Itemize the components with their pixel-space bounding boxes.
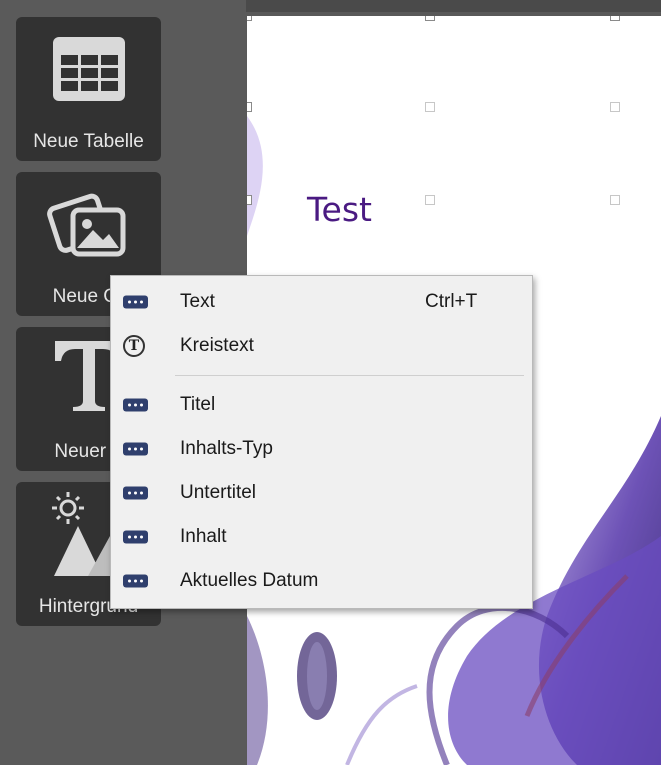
menu-item-shortcut: Ctrl+T	[425, 291, 478, 312]
circle-t-icon: T	[123, 335, 145, 357]
selection-handle[interactable]	[425, 195, 435, 205]
menu-item-inhalt[interactable]: Inhalt	[111, 519, 532, 555]
menu-separator	[175, 375, 524, 376]
placeholder-dots-icon	[123, 398, 148, 412]
menu-item-text[interactable]: Text Ctrl+T	[111, 284, 532, 320]
selection-handle[interactable]	[610, 102, 620, 112]
placeholder-dots-icon	[123, 486, 148, 500]
insert-context-menu: Text Ctrl+T T Kreistext Titel Inhalts-Ty…	[110, 275, 533, 609]
menu-item-untertitel[interactable]: Untertitel	[111, 475, 532, 511]
selection-handle[interactable]	[247, 102, 252, 112]
table-icon	[52, 37, 125, 101]
placeholder-dots-icon	[123, 530, 148, 544]
menu-item-label: Untertitel	[180, 482, 257, 503]
selection-handle[interactable]	[610, 16, 620, 21]
placeholder-dots-icon	[123, 295, 148, 309]
selection-handle[interactable]	[425, 102, 435, 112]
canvas-text-element[interactable]: Test	[307, 190, 372, 229]
new-table-button[interactable]: Neue Tabelle	[16, 17, 161, 161]
selection-handle[interactable]	[610, 195, 620, 205]
menu-item-label: Aktuelles Datum	[180, 570, 319, 591]
menu-item-label: Kreistext	[180, 335, 254, 356]
selection-handle[interactable]	[247, 16, 252, 21]
menu-item-kreistext[interactable]: T Kreistext	[111, 328, 532, 364]
menu-item-titel[interactable]: Titel	[111, 387, 532, 423]
placeholder-dots-icon	[123, 574, 148, 588]
selection-handle[interactable]	[425, 16, 435, 21]
menu-item-label: Titel	[180, 394, 216, 415]
menu-item-inhalts-typ[interactable]: Inhalts-Typ	[111, 431, 532, 467]
menu-item-label: Text	[180, 291, 215, 312]
picture-icon	[46, 193, 125, 257]
menu-item-label: Inhalt	[180, 526, 227, 547]
menu-item-aktuelles-datum[interactable]: Aktuelles Datum	[111, 563, 532, 599]
placeholder-dots-icon	[123, 442, 148, 456]
selection-handle[interactable]	[247, 195, 252, 205]
menu-item-label: Inhalts-Typ	[180, 438, 273, 459]
new-table-label: Neue Tabelle	[33, 131, 144, 152]
